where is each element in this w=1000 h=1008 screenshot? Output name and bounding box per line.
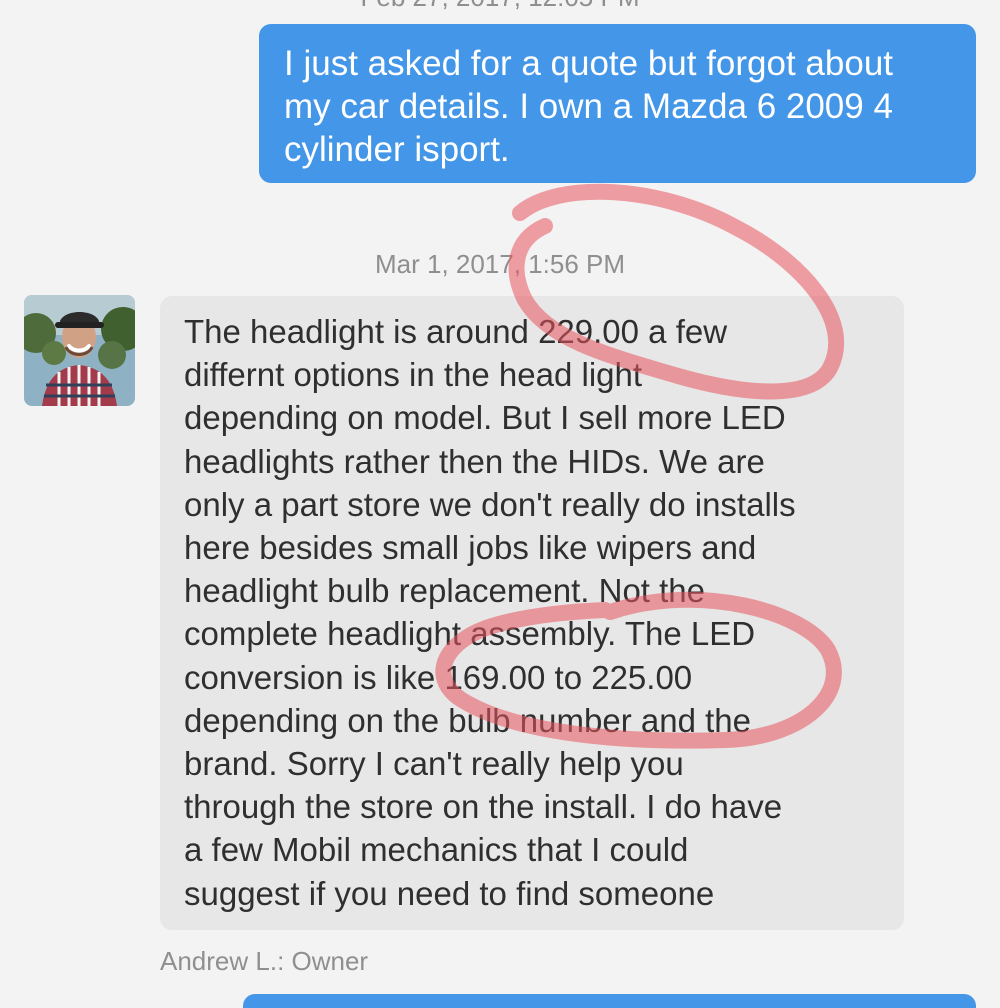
sender-avatar[interactable]: [24, 295, 135, 406]
next-message-bubble[interactable]: [243, 994, 976, 1008]
sender-name-label: Andrew L.: Owner: [160, 946, 369, 976]
received-message-bubble[interactable]: The headlight is around 229.00 a few dif…: [160, 296, 904, 930]
avatar-photo: [24, 295, 135, 406]
message-timestamp: Mar 1, 2017, 1:56 PM: [374, 249, 626, 279]
sent-message-bubble[interactable]: I just asked for a quote but forgot abou…: [259, 24, 976, 183]
message-timestamp-top: Feb 27, 2017, 12:05 PM: [0, 0, 1000, 13]
